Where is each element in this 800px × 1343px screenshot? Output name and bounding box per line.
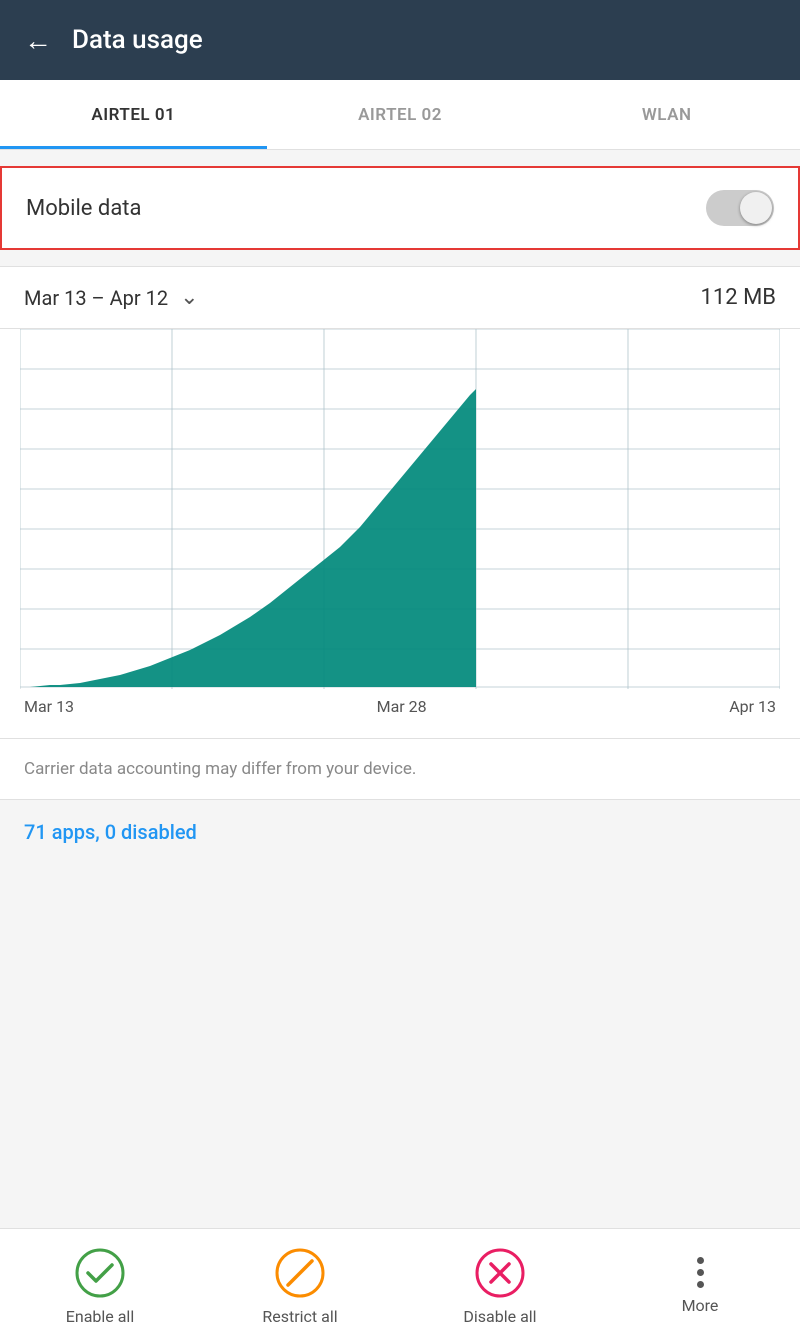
mobile-data-toggle[interactable] [706,190,774,226]
more-label: More [682,1296,719,1315]
disable-all-button[interactable]: Disable all [400,1229,600,1343]
chart-label-mid: Mar 28 [377,697,427,716]
restrict-all-label: Restrict all [262,1307,337,1326]
chart-label-end: Apr 13 [729,697,776,716]
bottom-action-bar: Enable all Restrict all Disable all More [0,1228,800,1343]
restrict-all-button[interactable]: Restrict all [200,1229,400,1343]
slash-circle-icon [274,1247,326,1299]
page-title: Data usage [72,25,203,55]
chevron-down-icon: ⌄ [180,285,198,310]
check-circle-icon [74,1247,126,1299]
enable-all-button[interactable]: Enable all [0,1229,200,1343]
date-range-text: Mar 13 – Apr 12 [24,286,168,310]
enable-all-label: Enable all [66,1307,134,1326]
mobile-data-row: Mobile data [0,166,800,250]
more-button[interactable]: More [600,1229,800,1343]
mobile-data-label: Mobile data [26,196,141,221]
apps-summary: 71 apps, 0 disabled [0,800,800,856]
tab-bar: AIRTEL 01 AIRTEL 02 WLAN [0,80,800,150]
back-button[interactable]: ← [24,24,52,57]
data-usage-chart: Mar 13 Mar 28 Apr 13 [0,329,800,739]
toggle-knob [740,192,772,224]
data-size-label: 112 MB [701,285,776,310]
tab-airtel01[interactable]: AIRTEL 01 [0,80,267,149]
x-circle-icon [474,1247,526,1299]
chart-label-start: Mar 13 [24,697,74,716]
more-dots-icon [697,1257,704,1288]
chart-labels: Mar 13 Mar 28 Apr 13 [20,689,780,728]
chart-svg [20,329,780,689]
tab-airtel02[interactable]: AIRTEL 02 [267,80,534,149]
tab-wlan[interactable]: WLAN [533,80,800,149]
disclaimer-text: Carrier data accounting may differ from … [0,739,800,800]
date-range-row[interactable]: Mar 13 – Apr 12 ⌄ 112 MB [0,266,800,329]
disable-all-label: Disable all [463,1307,536,1326]
app-header: ← Data usage [0,0,800,80]
